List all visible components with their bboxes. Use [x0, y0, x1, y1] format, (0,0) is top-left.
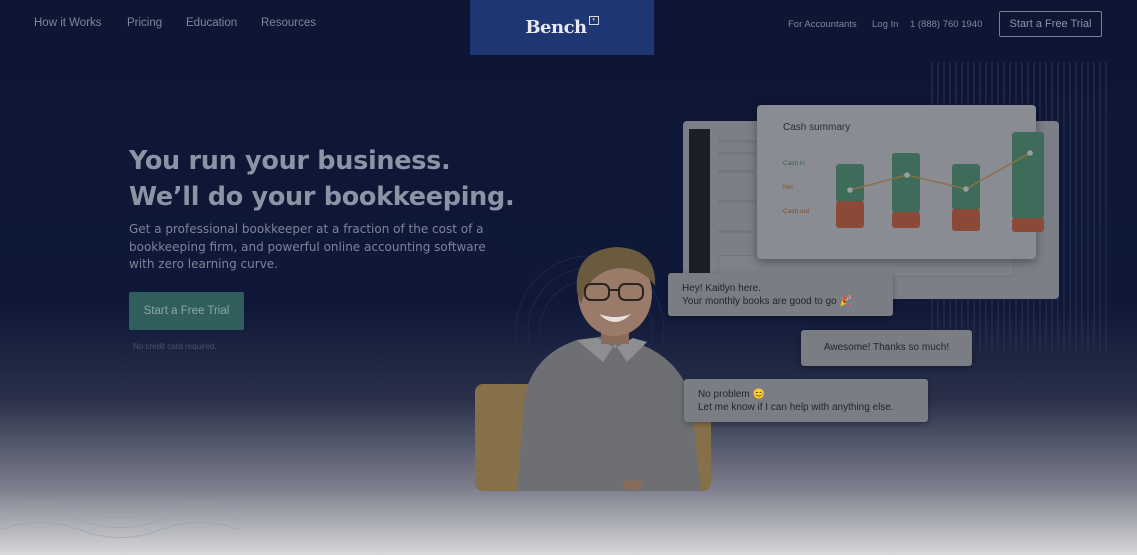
nav-how-it-works[interactable]: How it Works	[34, 17, 102, 29]
document-line	[718, 152, 756, 155]
net-point	[847, 187, 853, 193]
nav-trial-button[interactable]: Start a Free Trial	[999, 11, 1102, 37]
hero-note: No credit card required.	[133, 342, 217, 351]
chat-message-2-text: Awesome! Thanks so much!	[823, 342, 950, 353]
hero-headline-line-1: You run your business.	[129, 146, 451, 176]
document-line	[718, 200, 758, 203]
cash-in-label: Cash in	[783, 160, 806, 167]
cash-summary-bar-3	[952, 164, 980, 231]
nav-phone[interactable]: 1 (888) 760 1940	[910, 19, 982, 30]
cash-summary-bar-1	[836, 164, 864, 228]
chat-message-2: Awesome! Thanks so much!	[801, 330, 972, 366]
hero-headline-line-2: We’ll do your bookkeeping.	[129, 182, 515, 212]
document-line	[718, 170, 754, 173]
net-label: Net	[783, 184, 794, 191]
nav-resources[interactable]: Resources	[261, 17, 316, 29]
hero-cta-button[interactable]: Start a Free Trial	[129, 292, 244, 330]
cash-out-label: Cash out	[783, 208, 810, 215]
net-point	[1027, 150, 1033, 156]
chat-message-3: No problem 😊 Let me know if I can help w…	[684, 379, 928, 422]
logo-text: Bench	[525, 17, 587, 38]
net-point	[963, 186, 969, 192]
nav-log-in[interactable]: Log In	[872, 19, 898, 30]
net-point	[904, 172, 910, 178]
logo[interactable]: Bench ▾	[470, 0, 654, 55]
cash-summary-chart	[836, 132, 1044, 232]
chat-message-3-line-1: No problem 😊	[698, 389, 765, 400]
logo-badge-icon: ▾	[588, 16, 599, 25]
document-line	[718, 140, 758, 143]
cash-summary-bar-2	[892, 153, 920, 228]
decorative-waves	[0, 502, 241, 538]
chat-message-3-line-2: Let me know if I can help with anything …	[698, 401, 894, 413]
nav-for-accountants[interactable]: For Accountants	[788, 19, 857, 30]
net-line	[849, 152, 1031, 191]
chat-message-1-line-1: Hey! Kaitlyn here.	[682, 283, 761, 294]
hero-headline: You run your business. We’ll do your boo…	[129, 143, 515, 215]
nav-education[interactable]: Education	[186, 17, 237, 29]
cash-summary-bar-4	[1012, 132, 1044, 232]
nav-pricing[interactable]: Pricing	[127, 17, 162, 29]
chat-message-1: Hey! Kaitlyn here. Your monthly books ar…	[668, 273, 893, 316]
hero-subtext: Get a professional bookkeeper at a fract…	[129, 222, 486, 271]
document-line	[718, 230, 752, 233]
chat-message-1-line-2: Your monthly books are good to go 🎉	[682, 295, 852, 307]
